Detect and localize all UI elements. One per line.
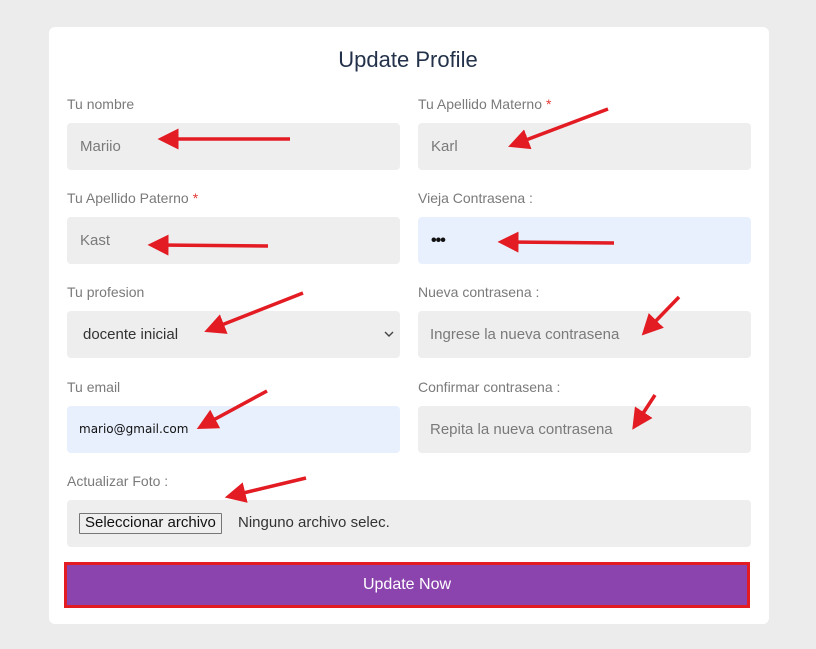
nueva-contrasena-placeholder: Ingrese la nueva contrasena [430,326,620,343]
label-vieja-contrasena-text: Vieja Contrasena : [418,190,533,206]
email-value: mario@gmail.com [79,422,189,436]
label-nombre-text: Tu nombre [67,96,135,112]
file-status-text: Ninguno archivo selec. [238,514,390,531]
nueva-contrasena-input[interactable]: Ingrese la nueva contrasena [418,311,751,358]
label-profesion-text: Tu profesion [67,284,145,300]
label-confirmar-contrasena: Confirmar contrasena : [418,379,560,395]
apellido-paterno-value: Kast [80,232,111,249]
chevron-down-icon [382,311,396,358]
choose-file-button[interactable]: Seleccionar archivo [79,513,222,534]
update-now-button[interactable]: Update Now [64,562,750,608]
profesion-select[interactable]: docente inicial [67,311,400,358]
apellido-paterno-input[interactable]: Kast [67,217,400,264]
label-confirmar-contrasena-text: Confirmar contrasena : [418,379,561,395]
label-nombre: Tu nombre [67,96,134,112]
label-nueva-contrasena: Nueva contrasena : [418,284,539,300]
required-mark: * [546,96,552,112]
foto-file-input[interactable]: Seleccionar archivo Ninguno archivo sele… [67,500,751,547]
confirmar-contrasena-input[interactable]: Repita la nueva contrasena [418,406,751,453]
profesion-value: docente inicial [83,326,179,343]
label-email: Tu email [67,379,120,395]
required-mark: * [192,190,199,206]
label-profesion: Tu profesion [67,284,144,300]
label-foto-text: Actualizar Foto : [67,473,169,489]
label-foto: Actualizar Foto : [67,473,168,489]
confirmar-contrasena-placeholder: Repita la nueva contrasena [430,421,613,438]
label-vieja-contrasena: Vieja Contrasena : [418,190,533,206]
label-apellido-materno: Tu Apellido Materno * [418,96,551,112]
page-title: Update Profile [338,47,478,72]
vieja-contrasena-value: ••• [431,232,446,249]
vieja-contrasena-input[interactable]: ••• [418,217,751,264]
label-apellido-paterno: Tu Apellido Paterno * [67,190,198,206]
nombre-input[interactable]: Mariio [67,123,400,170]
label-apellido-materno-text: Tu Apellido Materno [418,96,542,112]
label-email-text: Tu email [67,379,121,395]
label-apellido-paterno-text: Tu Apellido Paterno [67,190,189,206]
email-input[interactable]: mario@gmail.com [67,406,400,453]
nombre-value: Mariio [80,138,121,155]
apellido-materno-value: Karl [431,138,458,155]
label-nueva-contrasena-text: Nueva contrasena : [418,284,540,300]
apellido-materno-input[interactable]: Karl [418,123,751,170]
